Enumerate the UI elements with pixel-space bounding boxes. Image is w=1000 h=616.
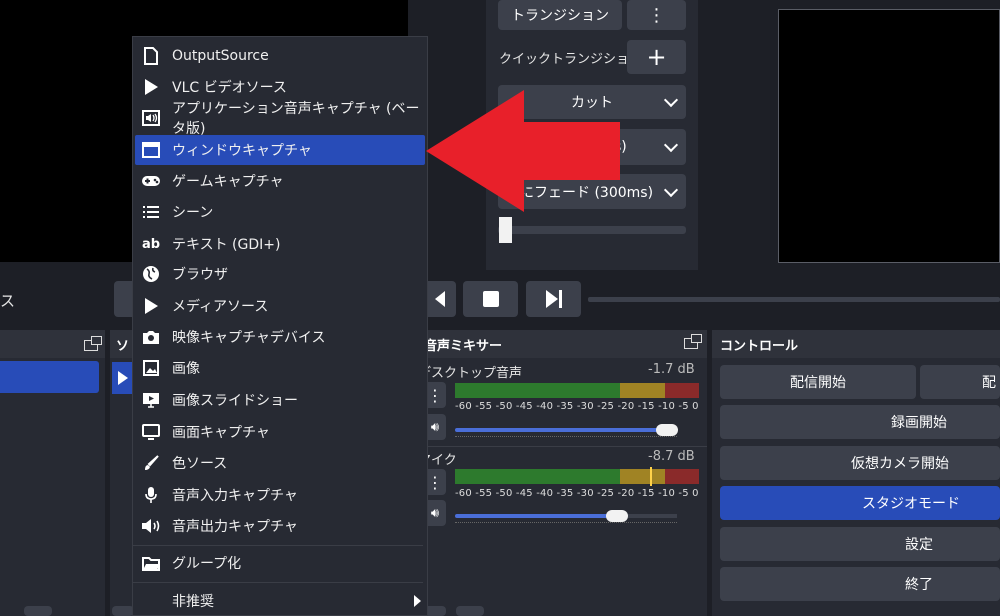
settings-button[interactable]: 設定 (720, 527, 1000, 561)
start-streaming-button[interactable]: 配信開始 (720, 365, 916, 399)
camera-icon (141, 327, 161, 347)
menu-item-window-capture[interactable]: ウィンドウキャプチャ (135, 135, 425, 165)
undock-icon[interactable] (84, 336, 102, 351)
speaker-icon (141, 516, 161, 536)
window-icon (141, 140, 161, 160)
previous-icon (435, 291, 445, 307)
volume-slider-track[interactable] (455, 428, 677, 432)
menu-item-image-slideshow[interactable]: 画像スライドショー (133, 385, 427, 415)
media-seek-bar[interactable] (588, 297, 1000, 302)
start-recording-button[interactable]: 録画開始 (720, 405, 1000, 439)
undock-icon[interactable] (684, 334, 702, 349)
menu-item-scene[interactable]: シーン (133, 197, 427, 227)
controls-title: コントロール (720, 338, 799, 354)
red-arrow-annotation (426, 90, 620, 212)
play-icon (141, 296, 161, 316)
source-item-selected[interactable] (112, 362, 132, 394)
menu-separator (133, 582, 423, 583)
studio-mode-button[interactable]: スタジオモード (720, 486, 1000, 520)
meter-scale: -60 -55 -50 -45 -40 -35 -30 -25 -20 -15 … (455, 401, 699, 412)
mixer-channel-db: -8.7 dB (648, 449, 695, 464)
start-virtual-camera-button[interactable]: 仮想カメラ開始 (720, 446, 1000, 480)
chevron-down-icon (663, 182, 679, 197)
add-source-menu: OutputSource VLC ビデオソース アプリケーション音声キャプチャ … (132, 36, 428, 616)
menu-item-media-source[interactable]: メディアソース (133, 291, 427, 321)
chevron-down-icon (663, 137, 679, 153)
program-preview-right (778, 9, 1000, 263)
speaker-icon: 🔊︎ (430, 419, 440, 435)
menu-item-video-capture-device[interactable]: 映像キャプチャデバイス (133, 322, 427, 352)
menu-item-color-source[interactable]: 色ソース (133, 448, 427, 478)
exit-button[interactable]: 終了 (720, 567, 1000, 601)
submenu-arrow-icon (414, 595, 421, 607)
brush-icon (141, 453, 161, 473)
mixer-channel-name: デスクトップ音声 (418, 366, 523, 381)
previous-button[interactable] (424, 281, 456, 317)
app-audio-icon (141, 108, 161, 128)
volume-slider-track[interactable] (455, 514, 625, 518)
scenes-panel-header (0, 330, 105, 358)
mixer-channel-db: -1.7 dB (648, 362, 695, 377)
volume-slider-knob[interactable] (606, 510, 628, 522)
menu-item-text-gdi[interactable]: ab テキスト (GDI+) (133, 229, 427, 259)
start-streaming-button-2[interactable]: 配 (920, 365, 1000, 399)
source-add-button-partial[interactable] (112, 606, 134, 616)
volume-slider-knob[interactable] (656, 424, 678, 436)
globe-icon (141, 264, 161, 284)
play-icon (118, 371, 128, 385)
volume-meter (455, 383, 699, 398)
menu-item-display-capture[interactable]: 画面キャプチャ (133, 417, 427, 447)
folder-icon (141, 553, 161, 573)
meter-scale: -60 -55 -50 -45 -40 -35 -30 -25 -20 -15 … (455, 488, 699, 499)
stop-button[interactable] (463, 281, 518, 317)
menu-item-group[interactable]: グループ化 (133, 548, 427, 578)
volume-ticks (455, 436, 677, 441)
menu-item-audio-input-capture[interactable]: 音声入力キャプチャ (133, 480, 427, 510)
list-icon (141, 202, 161, 222)
chevron-down-icon (663, 92, 679, 108)
volume-meter (455, 469, 699, 484)
volume-slider-remaining (625, 514, 677, 518)
slideshow-icon (141, 390, 161, 410)
quick-transition-label: クイックトランジション (499, 52, 643, 67)
menu-item-audio-output-capture[interactable]: 音声出力キャプチャ (133, 511, 427, 541)
menu-item-image[interactable]: 画像 (133, 353, 427, 383)
menu-item-game-capture[interactable]: ゲームキャプチャ (133, 166, 427, 196)
transition-button[interactable]: トランジション (498, 0, 622, 30)
menu-item-outputsource[interactable]: OutputSource (133, 41, 427, 71)
tbar-handle[interactable] (499, 217, 512, 243)
mixer-menu-button-partial[interactable] (456, 606, 484, 616)
volume-ticks (455, 522, 677, 527)
menu-item-app-audio-capture[interactable]: アプリケーション音声キャプチャ (ベータ版) (133, 101, 427, 137)
menu-item-browser[interactable]: ブラウザ (133, 259, 427, 289)
stop-icon (482, 291, 499, 307)
scene-item-selected[interactable] (0, 361, 99, 393)
menu-separator (133, 545, 423, 546)
menu-item-deprecated[interactable]: 非推奨 (133, 586, 427, 616)
next-icon (545, 290, 562, 308)
play-icon (141, 77, 161, 97)
sources-panel-title: ソ (116, 338, 130, 354)
transition-more-button[interactable]: ⋮ (627, 0, 686, 30)
image-icon (141, 358, 161, 378)
audio-mixer-header: 音声ミキサー (418, 330, 707, 358)
controls-header: コントロール (712, 330, 1000, 358)
mic-icon (141, 485, 161, 505)
toolbar-left-label: ス (0, 292, 16, 310)
next-button[interactable] (526, 281, 581, 317)
audio-mixer-title: 音声ミキサー (424, 338, 503, 354)
gamepad-icon (141, 171, 161, 191)
scene-add-button-partial[interactable] (24, 606, 52, 616)
tbar-track[interactable] (498, 226, 686, 234)
sources-panel-header: ソ (110, 330, 134, 358)
channel-divider (418, 446, 707, 447)
monitor-icon (141, 422, 161, 442)
peak-indicator (650, 467, 652, 486)
speaker-icon: 🔊︎ (430, 505, 440, 521)
file-icon (141, 46, 161, 66)
add-quick-transition-button[interactable]: + (627, 40, 686, 74)
text-icon: ab (141, 236, 161, 252)
